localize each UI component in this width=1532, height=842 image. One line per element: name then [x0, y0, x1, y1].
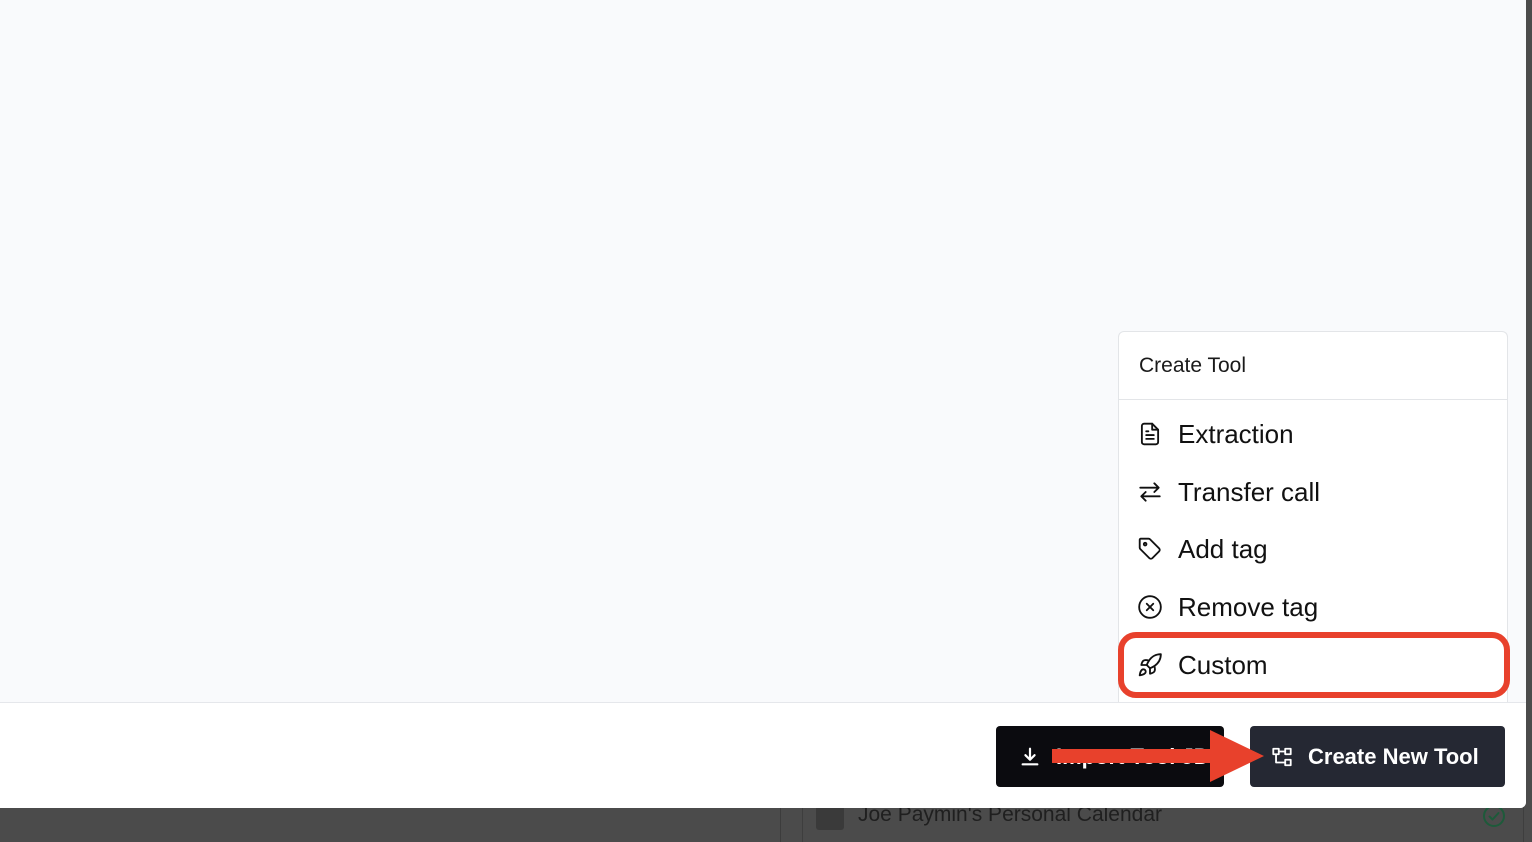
transfer-arrows-icon: [1137, 479, 1163, 505]
menu-item-custom[interactable]: Custom: [1119, 637, 1507, 693]
flow-diagram-icon: [1270, 745, 1294, 769]
menu-item-remove-tag[interactable]: Remove tag: [1119, 579, 1507, 635]
document-icon: [1137, 421, 1163, 447]
menu-item-label: Custom: [1178, 649, 1268, 680]
menu-item-extraction[interactable]: Extraction: [1119, 406, 1507, 462]
menu-item-transfer-call[interactable]: Transfer call: [1119, 464, 1507, 520]
menu-item-label: Transfer call: [1178, 476, 1321, 507]
menu-item-label: Extraction: [1178, 418, 1294, 449]
download-icon: [1018, 745, 1042, 769]
menu-item-label: Add tag: [1178, 533, 1268, 564]
x-circle-icon: [1137, 594, 1163, 620]
calendar-icon: [816, 806, 844, 830]
create-tool-modal: Create Tool Extraction Transfer call Add…: [0, 0, 1526, 808]
create-tool-menu: Create Tool Extraction Transfer call Add…: [1118, 331, 1508, 703]
import-tool-button[interactable]: Import Tool JD: [996, 726, 1224, 787]
menu-item-add-tag[interactable]: Add tag: [1119, 521, 1507, 577]
rocket-icon: [1137, 652, 1163, 678]
menu-item-label: Remove tag: [1178, 591, 1319, 622]
create-new-tool-button-label: Create New Tool: [1308, 743, 1479, 769]
tag-icon: [1137, 536, 1163, 562]
menu-title: Create Tool: [1119, 332, 1507, 400]
import-tool-button-label: Import Tool JD: [1056, 743, 1210, 769]
create-new-tool-button[interactable]: Create New Tool: [1250, 726, 1505, 787]
